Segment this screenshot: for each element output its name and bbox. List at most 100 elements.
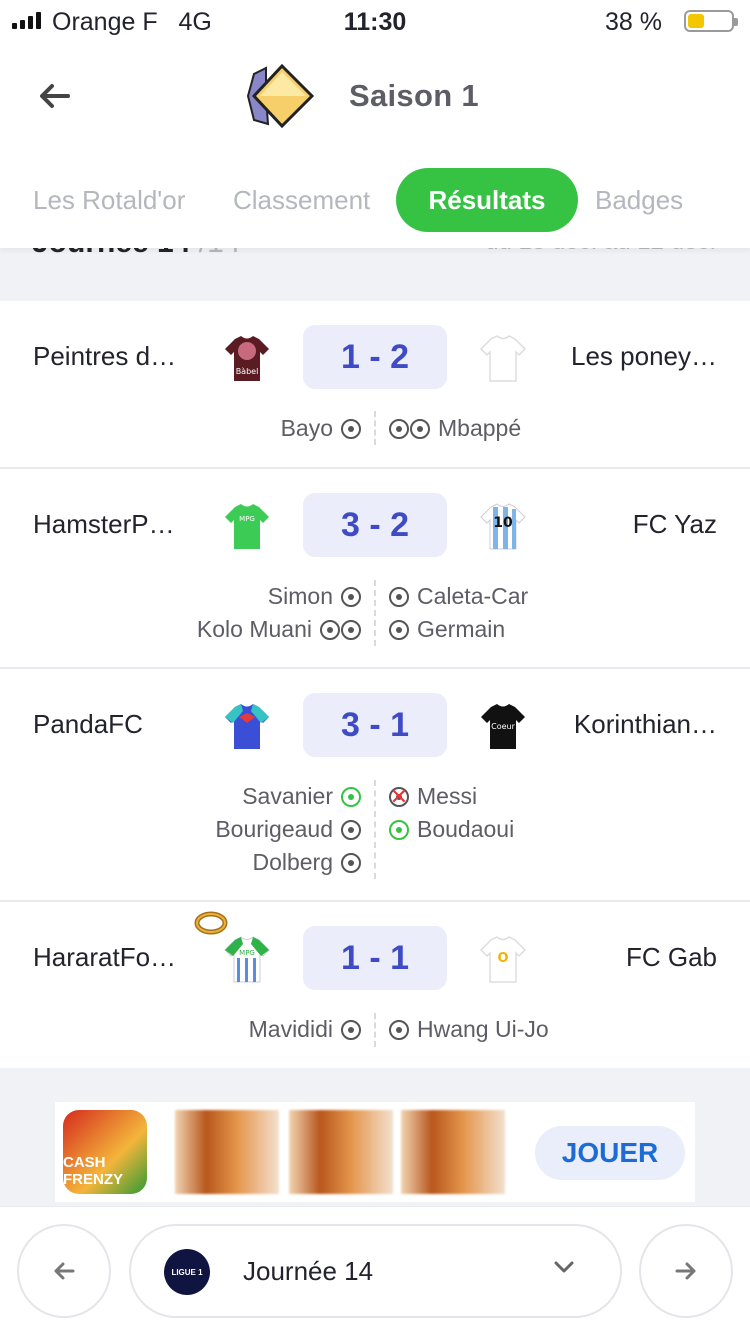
goal-icons — [320, 619, 361, 640]
goal-icons — [341, 586, 361, 607]
ligue1-logo-icon: LIGUE 1 — [164, 1249, 210, 1295]
match-card[interactable]: HamsterP… MPG 3 - 2 10 FC Yaz Simon Kolo… — [0, 469, 750, 669]
home-jersey-icon — [225, 704, 269, 749]
tab-badges[interactable]: Badges — [595, 168, 683, 232]
ball-icon — [389, 619, 409, 640]
goal-icons — [389, 586, 409, 607]
ball-icon — [341, 418, 361, 439]
home-jersey-icon: Bàbel — [225, 336, 269, 381]
ad-screenshot — [401, 1110, 505, 1194]
ad-play-button[interactable]: JOUER — [535, 1126, 685, 1180]
tab-resultats[interactable]: Résultats — [396, 168, 578, 232]
scorers-divider — [374, 780, 376, 879]
round-title: Journée 14 /14 — [32, 248, 240, 260]
home-jersey-icon: MPG — [224, 936, 270, 983]
goal-icons — [389, 619, 409, 640]
away-jersey-icon: Coeur — [481, 704, 525, 749]
tab-bar: Les Rotald'or Classement Résultats Badge… — [0, 148, 750, 248]
round-selector[interactable]: LIGUE 1 Journée 14 — [129, 1224, 622, 1318]
scorer-name: Bayo — [280, 415, 333, 441]
penalty-ball-icon — [389, 819, 409, 840]
scorers-divider — [374, 1013, 376, 1047]
ad-banner[interactable]: CASH FRENZY JOUER — [55, 1102, 695, 1202]
round-total: /14 — [199, 248, 241, 259]
scorer-name: Hwang Ui-Jo — [417, 1016, 549, 1042]
away-scorer: Boudaoui — [389, 813, 514, 846]
ball-icon — [410, 418, 430, 439]
ball-icon — [341, 586, 361, 607]
away-jersey-icon: 10 — [480, 503, 526, 550]
home-team-name: HamsterP… — [33, 509, 175, 539]
ball-icon — [341, 852, 361, 873]
match-card[interactable]: HararatFo… MPG 1 - 1 O FC Gab Mavididi H… — [0, 902, 750, 1068]
home-scorer: Mavididi — [249, 1013, 361, 1046]
away-scorer: Germain — [389, 613, 505, 646]
arrow-left-icon — [54, 1262, 75, 1280]
back-button[interactable] — [32, 74, 76, 118]
score: 3 - 1 — [303, 693, 447, 757]
home-jersey-text: Bàbel — [236, 367, 259, 376]
goal-icons — [389, 418, 430, 439]
match-card[interactable]: PandaFC 3 - 1 Coeur Korinthian… Savanier… — [0, 669, 750, 902]
league-logo-icon — [246, 64, 315, 128]
scorer-name: Mavididi — [248, 1016, 333, 1042]
tab-rotaldor[interactable]: Les Rotald'or — [33, 168, 185, 232]
scorer-name: Savanier — [242, 783, 333, 809]
scorer-name: Simon — [267, 583, 333, 609]
home-jersey-text: MPG — [239, 515, 255, 523]
tab-classement[interactable]: Classement — [233, 168, 370, 232]
goal-icons — [389, 783, 409, 811]
home-scorer: Kolo Muani — [197, 613, 361, 646]
home-team-name: PandaFC — [33, 709, 143, 739]
ring-icon — [194, 911, 228, 935]
goal-icons — [341, 819, 361, 840]
home-scorer: Dolberg — [252, 846, 361, 879]
round-dates: du 18 déc. au 12 déc. — [485, 248, 716, 256]
home-jersey-icon: MPG — [225, 504, 269, 549]
match-card[interactable]: Peintres d… Bàbel 1 - 2 Les poney… Bayo … — [0, 301, 750, 469]
ad-screenshot — [175, 1110, 279, 1194]
score: 3 - 2 — [303, 493, 447, 557]
away-scorer: Hwang Ui-Jo — [389, 1013, 549, 1046]
round-header: Journée 14 /14 du 18 déc. au 12 déc. — [0, 248, 750, 301]
ad-app-name: CASH FRENZY — [63, 1154, 123, 1188]
home-team-name: HararatFo… — [33, 942, 177, 972]
scorer-name: Dolberg — [252, 849, 333, 875]
away-team-name: Korinthian… — [573, 709, 717, 739]
home-scorer: Savanier — [242, 780, 361, 813]
cancelled-goal-icon — [389, 783, 409, 811]
previous-round-button[interactable] — [17, 1224, 111, 1318]
away-scorer: Caleta-Car — [389, 580, 528, 613]
ad-app-icon[interactable]: CASH FRENZY — [63, 1110, 147, 1194]
battery-icon — [684, 10, 738, 32]
home-scorer: Bourigeaud — [215, 813, 361, 846]
goal-icons — [389, 819, 409, 840]
score: 1 - 2 — [303, 325, 447, 389]
goal-icons — [341, 1019, 361, 1040]
penalty-ball-icon — [341, 786, 361, 807]
ball-icon — [341, 819, 361, 840]
scorer-name: Kolo Muani — [196, 616, 312, 642]
away-jersey-text: 10 — [493, 515, 513, 531]
ball-icon — [389, 1019, 409, 1040]
score: 1 - 1 — [303, 926, 447, 990]
arrow-left-icon — [40, 84, 70, 108]
ad-screenshot — [289, 1110, 393, 1194]
goal-icons — [341, 852, 361, 873]
scorer-name: Bourigeaud — [215, 816, 333, 842]
round-label: Journée 14 — [32, 248, 190, 259]
home-scorer: Simon — [268, 580, 361, 613]
ball-icon — [320, 619, 340, 640]
scorers-divider — [374, 411, 376, 445]
home-team-name: Peintres d… — [33, 341, 177, 371]
ball-icon — [341, 1019, 361, 1040]
goal-icons — [341, 418, 361, 439]
battery-percent: 38 % — [605, 8, 662, 36]
arrow-right-icon — [675, 1262, 696, 1280]
page-title: Saison 1 — [349, 78, 479, 113]
round-navigator: LIGUE 1 Journée 14 — [0, 1206, 750, 1334]
next-round-button[interactable] — [639, 1224, 733, 1318]
battery-fill — [688, 14, 704, 28]
league-name: LIGUE 1 — [171, 1267, 203, 1277]
home-jersey-text: MPG — [239, 949, 255, 957]
